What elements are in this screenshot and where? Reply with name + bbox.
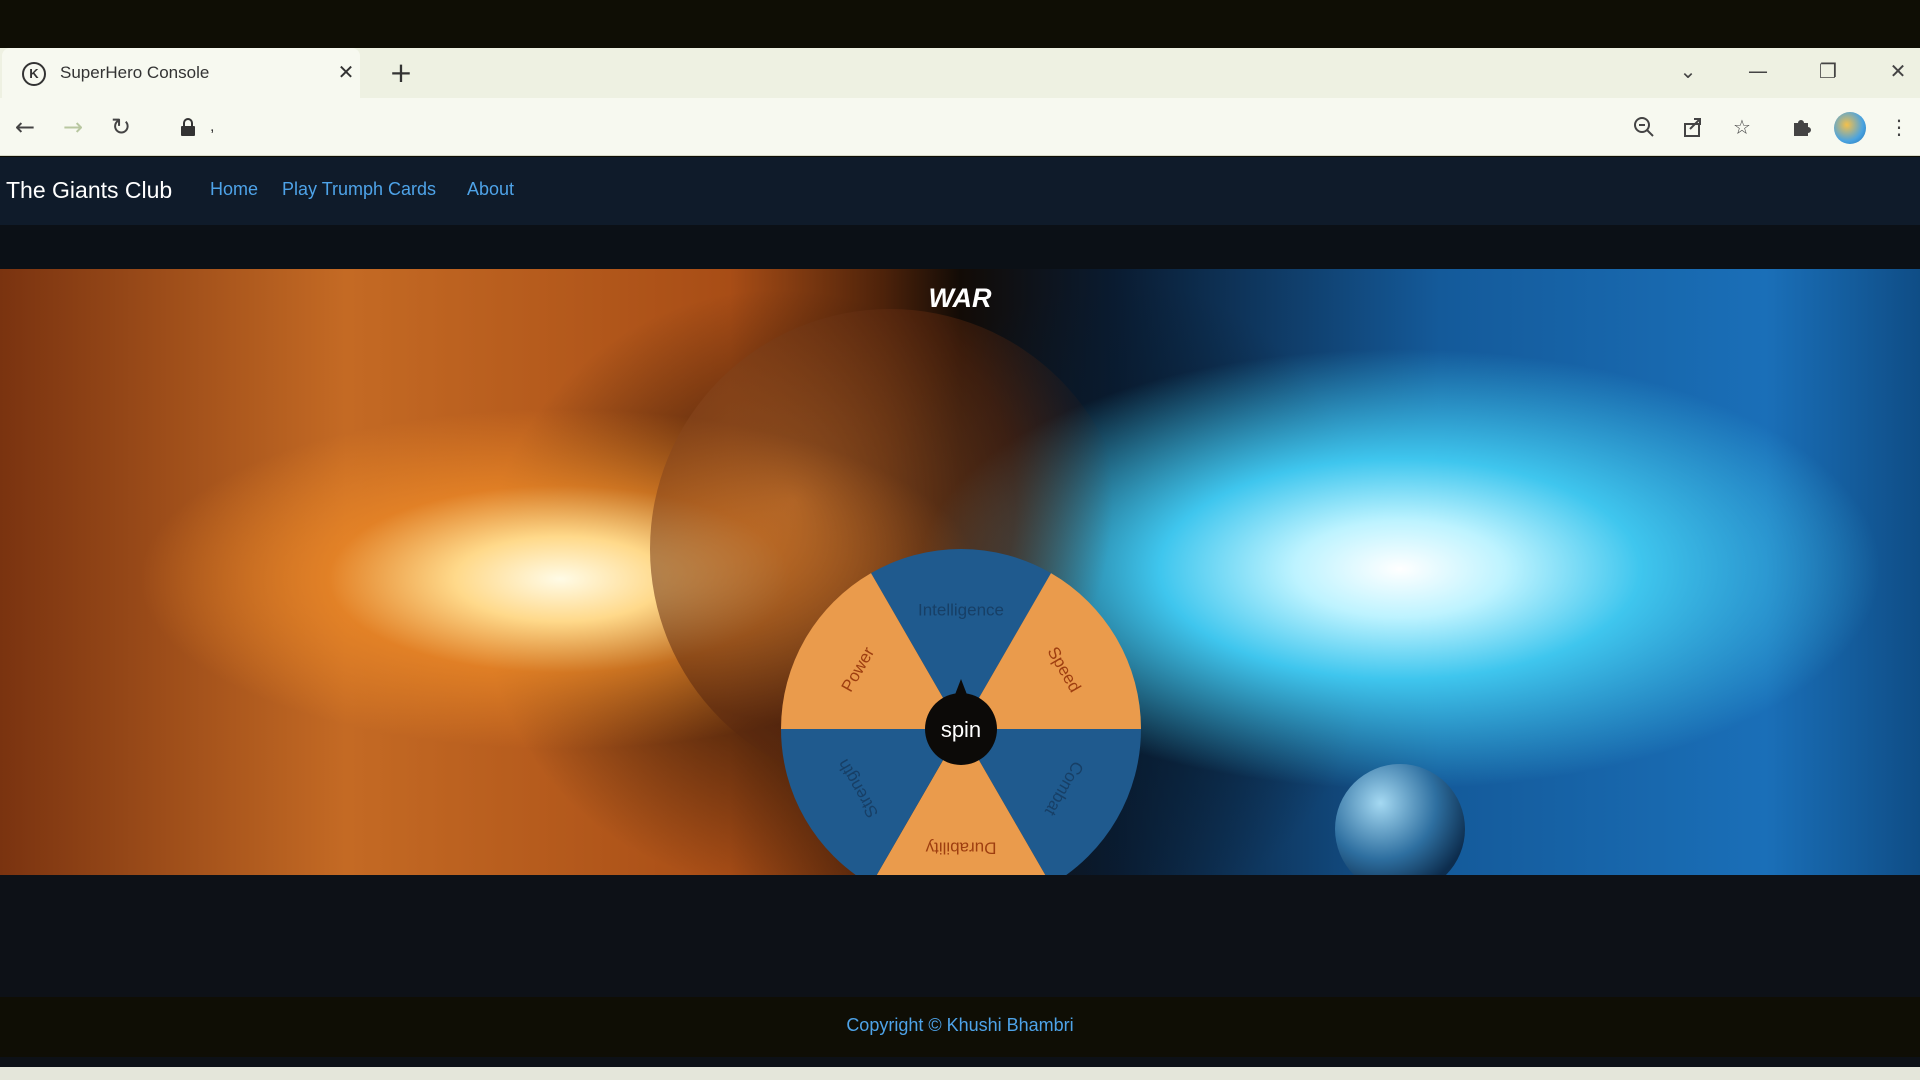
copyright-text: Copyright © Khushi Bhambri	[846, 1015, 1074, 1035]
spin-button-label: spin	[941, 717, 981, 742]
back-icon[interactable]: ←	[10, 112, 40, 142]
taskbar-edge	[0, 1067, 1920, 1080]
extensions-icon[interactable]	[1786, 112, 1816, 142]
bookmark-star-icon[interactable]: ☆	[1727, 112, 1757, 142]
forward-icon[interactable]: →	[58, 112, 88, 142]
address-bar: ← → ↻ , ☆ ⋮	[0, 98, 1920, 156]
close-window-icon[interactable]: ✕	[1878, 56, 1918, 86]
minimize-icon[interactable]: —	[1738, 56, 1778, 86]
tab-favicon-icon: K	[22, 62, 46, 86]
restore-icon[interactable]: ❐	[1808, 56, 1848, 86]
site-footer: Copyright © Khushi Bhambri	[0, 997, 1920, 1057]
reload-icon[interactable]: ↻	[106, 112, 136, 142]
zoom-icon[interactable]	[1629, 112, 1659, 142]
site-navbar: The Giants Club Home Play Trumph Cards A…	[0, 157, 1920, 225]
close-tab-icon[interactable]: ✕	[332, 58, 360, 86]
page-title: WAR	[928, 283, 992, 313]
site-brand[interactable]: The Giants Club	[6, 177, 172, 204]
wheel-label-intelligence: Intelligence	[918, 600, 1004, 619]
tab-search-chevron-icon[interactable]: ⌄	[1668, 56, 1708, 86]
nav-about-link[interactable]: About	[467, 179, 514, 200]
web-page: The Giants Club Home Play Trumph Cards A…	[0, 157, 1920, 1067]
spacer-band	[0, 225, 1920, 269]
hero-banner: WAR Intelligence Speed Combat Durability Str…	[0, 269, 1920, 875]
wheel-label-durability: Durability	[925, 839, 996, 858]
nav-home-link[interactable]: Home	[210, 179, 258, 200]
planet-right-image	[1335, 764, 1465, 875]
share-icon[interactable]	[1678, 112, 1708, 142]
tab-title: SuperHero Console	[60, 63, 210, 82]
new-tab-icon[interactable]: +	[386, 58, 416, 88]
spin-wheel[interactable]: IntelligenceSpeedCombatDurabilityStrengt…	[779, 547, 1143, 875]
url-field[interactable]: ,	[166, 108, 1596, 146]
profile-avatar[interactable]	[1834, 112, 1866, 144]
lock-icon	[181, 118, 195, 136]
more-menu-icon[interactable]: ⋮	[1884, 112, 1914, 142]
screen-top-bar	[0, 0, 1920, 48]
browser-tab-strip: K SuperHero Console ✕ + ⌄ — ❐ ✕	[0, 48, 1920, 98]
url-text: ,	[210, 118, 215, 135]
browser-tab[interactable]: K SuperHero Console ✕	[2, 48, 360, 98]
nav-play-link[interactable]: Play Trumph Cards	[282, 179, 436, 200]
